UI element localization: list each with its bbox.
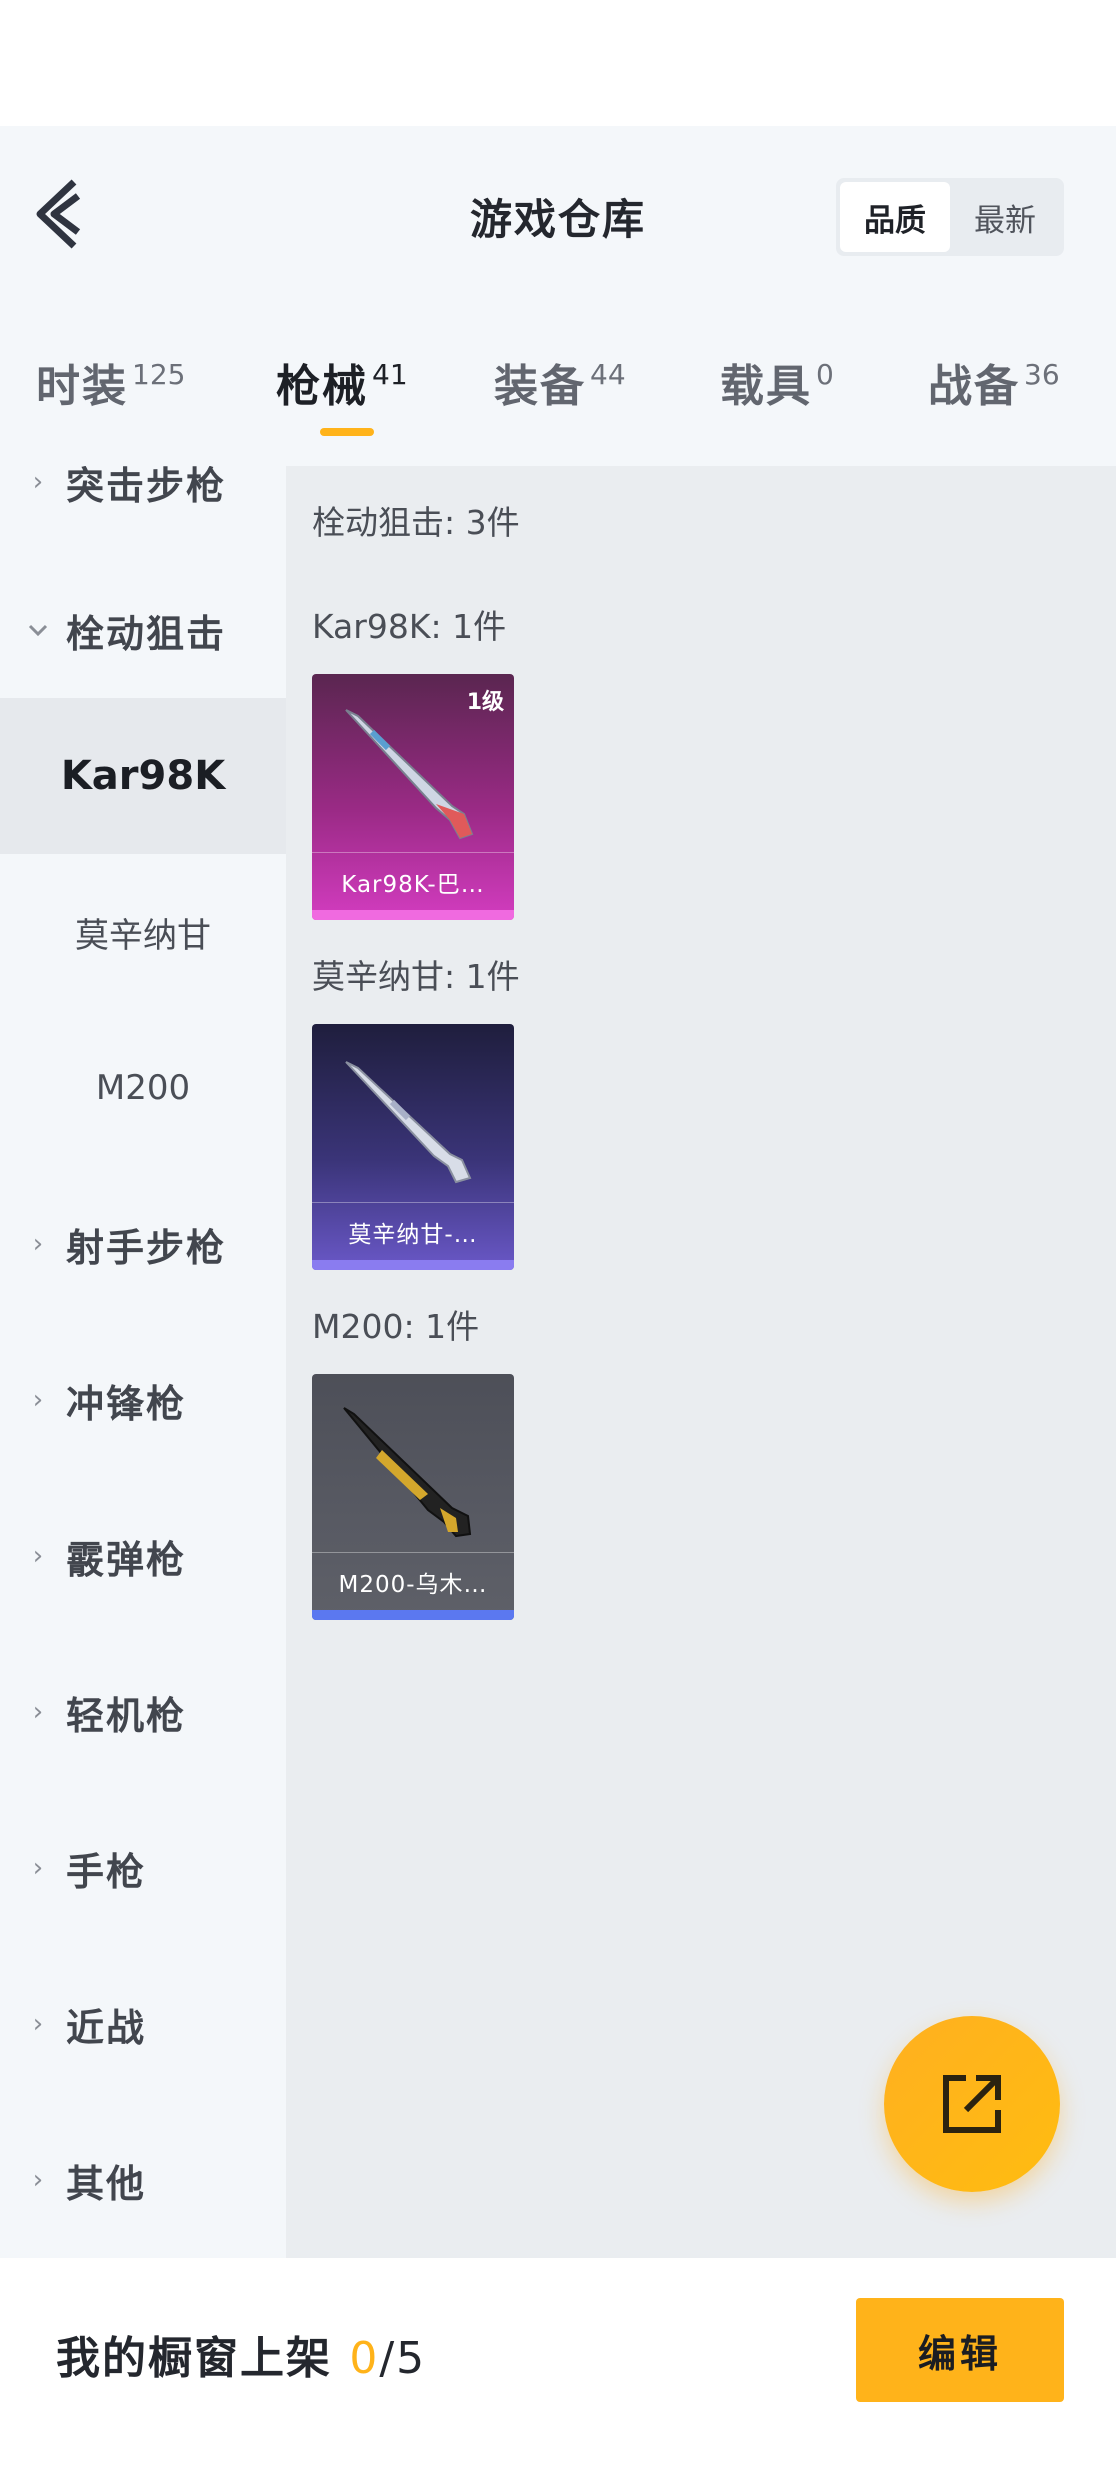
weapon-list-panel: 栓动狙击: 3件 Kar98K: 1件 1级 Kar98K-巴… 莫辛纳甘: 1… — [286, 466, 1116, 2258]
sidebar-item-label: 其他 — [66, 2161, 147, 2206]
sort-option-quality[interactable]: 品质 — [840, 182, 950, 252]
showcase-status: 我的橱窗上架 0/5 — [56, 2322, 426, 2386]
sidebar-item-lmg[interactable]: › 轻机枪 — [0, 1634, 286, 1790]
chevron-right-icon: › — [32, 1697, 44, 1727]
rarity-bar — [312, 1260, 514, 1270]
share-button[interactable] — [884, 2016, 1060, 2192]
weapon-card-kar98k[interactable]: 1级 Kar98K-巴… — [312, 674, 514, 920]
tab-firearms[interactable]: 枪械 41 — [276, 350, 408, 414]
weapon-card-m200[interactable]: M200-乌木… — [312, 1374, 514, 1620]
sidebar-item-label: 突击步枪 — [66, 466, 227, 508]
tab-count: 44 — [590, 358, 626, 391]
showcase-current-count: 0 — [349, 2333, 380, 2384]
sidebar-item-label: 冲锋枪 — [66, 1381, 187, 1426]
sidebar-item-label: 轻机枪 — [66, 1693, 187, 1738]
sidebar-item-bolt-sniper[interactable]: 栓动狙击 — [0, 552, 286, 708]
tab-label: 战备 — [928, 361, 1020, 412]
tab-count: 125 — [132, 358, 186, 391]
rarity-bar — [312, 910, 514, 920]
sidebar-item-shotgun[interactable]: › 霰弹枪 — [0, 1478, 286, 1634]
category-count-title: 栓动狙击: 3件 — [312, 503, 520, 542]
chevron-right-icon: › — [32, 1229, 44, 1259]
active-tab-indicator — [320, 428, 374, 436]
sidebar-item-other[interactable]: › 其他 — [0, 2102, 286, 2258]
sidebar-subitem-mosin[interactable]: 莫辛纳甘 — [0, 854, 286, 1010]
sort-option-newest[interactable]: 最新 — [950, 182, 1060, 252]
sidebar-subitem-m200[interactable]: M200 — [0, 1010, 286, 1166]
chevron-right-icon: › — [32, 467, 44, 497]
tab-count: 41 — [372, 358, 408, 391]
rifle-icon — [345, 1061, 472, 1184]
category-tabs: 时装 125 枪械 41 装备 44 载具 0 战备 36 — [0, 300, 1116, 466]
sidebar-item-label: 栓动狙击 — [66, 611, 227, 656]
rarity-bar — [312, 1610, 514, 1620]
sidebar-item-smg[interactable]: › 冲锋枪 — [0, 1322, 286, 1478]
tab-label: 载具 — [720, 361, 812, 412]
showcase-label: 我的橱窗上架 — [56, 2333, 332, 2384]
tab-label: 枪械 — [276, 361, 368, 412]
sidebar-item-label: 近战 — [66, 2005, 147, 2050]
tab-label: 装备 — [494, 361, 586, 412]
showcase-total-count: /5 — [379, 2333, 427, 2384]
tab-vehicles[interactable]: 载具 0 — [720, 350, 834, 414]
tab-fashion[interactable]: 时装 125 — [36, 350, 185, 414]
share-export-icon — [943, 2075, 1001, 2133]
tab-supplies[interactable]: 战备 36 — [928, 350, 1060, 414]
sidebar-item-pistol[interactable]: › 手枪 — [0, 1790, 286, 1946]
sidebar-item-label: 射手步枪 — [66, 1225, 227, 1270]
tab-count: 36 — [1024, 358, 1060, 391]
sidebar-item-marksman-rifle[interactable]: › 射手步枪 — [0, 1166, 286, 1322]
top-nav-bar: 游戏仓库 品质 最新 — [0, 126, 1116, 300]
item-name: Kar98K-巴… — [312, 852, 514, 910]
chevron-right-icon: › — [32, 2165, 44, 2195]
group-title-mosin: 莫辛纳甘: 1件 — [312, 957, 520, 996]
chevron-right-icon: › — [32, 2009, 44, 2039]
weapon-card-mosin[interactable]: 莫辛纳甘-… — [312, 1024, 514, 1270]
sort-toggle[interactable]: 品质 最新 — [836, 178, 1064, 256]
showcase-footer: 我的橱窗上架 0/5 编辑 — [0, 2258, 1116, 2484]
group-title-m200: M200: 1件 — [312, 1307, 480, 1346]
sidebar-item-melee[interactable]: › 近战 — [0, 1946, 286, 2102]
tab-equipment[interactable]: 装备 44 — [494, 350, 626, 414]
sidebar-subitem-kar98k[interactable]: Kar98K — [0, 698, 286, 854]
chevron-right-icon: › — [32, 1541, 44, 1571]
sidebar-item-assault-rifle[interactable]: › 突击步枪 — [0, 466, 286, 560]
sidebar-item-label: 霰弹枪 — [66, 1537, 187, 1582]
sniper-rifle-icon — [343, 1407, 472, 1538]
tab-count: 0 — [816, 358, 834, 391]
chevron-right-icon: › — [32, 1853, 44, 1883]
item-name: 莫辛纳甘-… — [312, 1202, 514, 1260]
item-name: M200-乌木… — [312, 1552, 514, 1610]
chevron-down-icon — [26, 618, 50, 642]
chevron-right-icon: › — [32, 1385, 44, 1415]
status-bar — [0, 0, 1116, 126]
tab-label: 时装 — [36, 361, 128, 412]
weapon-category-sidebar: › 突击步枪 栓动狙击 Kar98K 莫辛纳甘 M200 › 射手步枪 › 冲锋… — [0, 466, 286, 2258]
edit-button[interactable]: 编辑 — [856, 2298, 1064, 2402]
group-title-kar98k: Kar98K: 1件 — [312, 607, 507, 646]
sidebar-item-label: 手枪 — [66, 1849, 147, 1894]
rifle-icon — [345, 709, 474, 840]
item-level-badge: 1级 — [466, 690, 504, 715]
